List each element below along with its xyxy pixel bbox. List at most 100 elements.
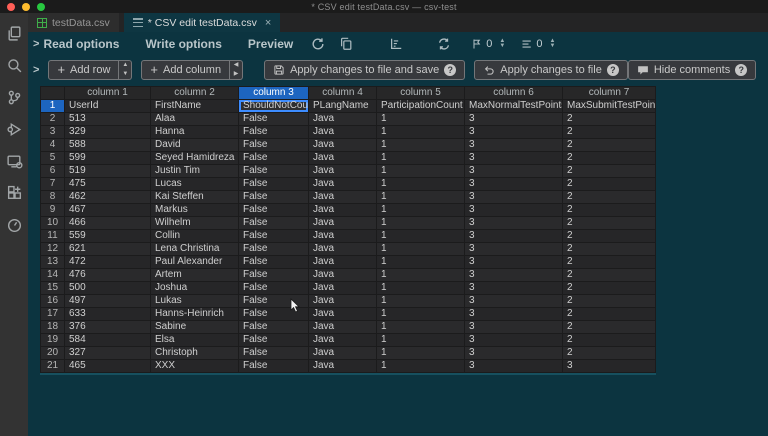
add-row-button[interactable]: Add row xyxy=(48,60,119,80)
cell[interactable]: Java xyxy=(309,165,377,178)
cell[interactable]: 2 xyxy=(563,126,656,139)
cell[interactable]: FirstName xyxy=(151,100,239,113)
cell[interactable]: 2 xyxy=(563,152,656,165)
cell[interactable]: False xyxy=(239,178,309,191)
run-debug-icon[interactable] xyxy=(2,117,26,141)
cell[interactable]: 3 xyxy=(465,178,563,191)
add-column-button[interactable]: Add column xyxy=(141,60,230,80)
cell[interactable]: 3 xyxy=(465,334,563,347)
cell[interactable]: Java xyxy=(309,360,377,373)
cell[interactable]: 519 xyxy=(65,165,151,178)
cell[interactable]: 2 xyxy=(563,308,656,321)
cell[interactable]: Java xyxy=(309,126,377,139)
cell[interactable]: 513 xyxy=(65,113,151,126)
row-number[interactable]: 8 xyxy=(41,191,65,204)
cell[interactable]: 2 xyxy=(563,347,656,360)
cell[interactable]: 2 xyxy=(563,282,656,295)
cell[interactable]: 2 xyxy=(563,191,656,204)
cell[interactable]: 3 xyxy=(563,360,656,373)
zoom-window-button[interactable] xyxy=(37,3,45,11)
cell[interactable]: XXX xyxy=(151,360,239,373)
cell[interactable]: Java xyxy=(309,204,377,217)
cell[interactable]: 467 xyxy=(65,204,151,217)
tab-csv-edit[interactable]: * CSV edit testData.csv × xyxy=(124,13,281,32)
side-panel-chevron-icon[interactable]: > xyxy=(33,64,39,76)
row-number[interactable]: 2 xyxy=(41,113,65,126)
cell[interactable]: Java xyxy=(309,217,377,230)
cell[interactable]: 1 xyxy=(377,152,465,165)
cell[interactable]: 633 xyxy=(65,308,151,321)
cell[interactable]: 2 xyxy=(563,269,656,282)
cell[interactable]: 1 xyxy=(377,282,465,295)
row-number[interactable]: 5 xyxy=(41,152,65,165)
cell[interactable]: False xyxy=(239,243,309,256)
cell[interactable]: Sabine xyxy=(151,321,239,334)
cell[interactable]: Christoph xyxy=(151,347,239,360)
cell[interactable]: Java xyxy=(309,334,377,347)
row-number[interactable]: 9 xyxy=(41,204,65,217)
cell[interactable]: 3 xyxy=(465,295,563,308)
cell[interactable]: 2 xyxy=(563,178,656,191)
add-column-right-icon[interactable]: ▶ xyxy=(230,70,242,79)
cell[interactable]: 2 xyxy=(563,204,656,217)
cell[interactable]: Artem xyxy=(151,269,239,282)
cell[interactable]: False xyxy=(239,139,309,152)
cell[interactable]: 3 xyxy=(465,308,563,321)
row-number[interactable]: 1 xyxy=(41,100,65,113)
row-number[interactable]: 13 xyxy=(41,256,65,269)
cell[interactable]: 1 xyxy=(377,139,465,152)
cell[interactable]: Lena Christina xyxy=(151,243,239,256)
cell[interactable]: Java xyxy=(309,308,377,321)
cell[interactable]: 559 xyxy=(65,230,151,243)
column-header[interactable]: column 1 xyxy=(65,87,151,100)
tab-testdata-csv[interactable]: testData.csv xyxy=(28,13,119,32)
row-number[interactable]: 4 xyxy=(41,139,65,152)
row-number[interactable]: 15 xyxy=(41,282,65,295)
cell[interactable]: David xyxy=(151,139,239,152)
preview-toggle[interactable]: Preview xyxy=(248,37,293,51)
cell[interactable]: Kai Steffen xyxy=(151,191,239,204)
cell[interactable]: 1 xyxy=(377,269,465,282)
cell[interactable]: 3 xyxy=(465,152,563,165)
row-number[interactable]: 14 xyxy=(41,269,65,282)
cell[interactable]: 584 xyxy=(65,334,151,347)
fixed-columns-down-icon[interactable]: ▼ xyxy=(549,44,555,49)
cell[interactable]: 621 xyxy=(65,243,151,256)
write-options-toggle[interactable]: Write options xyxy=(145,37,221,51)
grid-corner-cell[interactable] xyxy=(41,87,65,100)
row-number[interactable]: 6 xyxy=(41,165,65,178)
cell[interactable]: Java xyxy=(309,191,377,204)
cell[interactable]: ShouldNotCount xyxy=(239,100,309,113)
cell[interactable]: 3 xyxy=(465,139,563,152)
row-number[interactable]: 17 xyxy=(41,308,65,321)
resize-columns-icon[interactable] xyxy=(389,37,403,51)
help-icon[interactable] xyxy=(607,64,619,76)
cell[interactable]: 1 xyxy=(377,243,465,256)
add-row-stepper[interactable]: ▲ ▼ xyxy=(119,60,132,80)
cell[interactable]: 1 xyxy=(377,256,465,269)
cell[interactable]: 329 xyxy=(65,126,151,139)
cell[interactable]: False xyxy=(239,165,309,178)
cell[interactable]: 1 xyxy=(377,347,465,360)
cell[interactable]: Joshua xyxy=(151,282,239,295)
chevron-right-icon[interactable]: > xyxy=(33,38,39,50)
cell[interactable]: MaxNormalTestPoints xyxy=(465,100,563,113)
cell[interactable]: 3 xyxy=(465,256,563,269)
test-runner-icon[interactable] xyxy=(2,213,26,237)
cell[interactable]: 1 xyxy=(377,308,465,321)
search-icon[interactable] xyxy=(2,53,26,77)
fixed-columns-left-control[interactable]: 0 ▲ ▼ xyxy=(521,38,555,50)
add-row-above-icon[interactable]: ▲ xyxy=(119,61,131,70)
cell[interactable]: Paul Alexander xyxy=(151,256,239,269)
row-number[interactable]: 19 xyxy=(41,334,65,347)
cell[interactable]: 3 xyxy=(465,269,563,282)
cell[interactable]: 1 xyxy=(377,204,465,217)
cell[interactable]: 3 xyxy=(465,191,563,204)
cell[interactable]: 3 xyxy=(465,321,563,334)
cell[interactable]: 1 xyxy=(377,230,465,243)
column-header[interactable]: column 5 xyxy=(377,87,465,100)
cell[interactable]: 2 xyxy=(563,295,656,308)
cell[interactable]: 2 xyxy=(563,321,656,334)
row-number[interactable]: 16 xyxy=(41,295,65,308)
cell[interactable]: 2 xyxy=(563,113,656,126)
